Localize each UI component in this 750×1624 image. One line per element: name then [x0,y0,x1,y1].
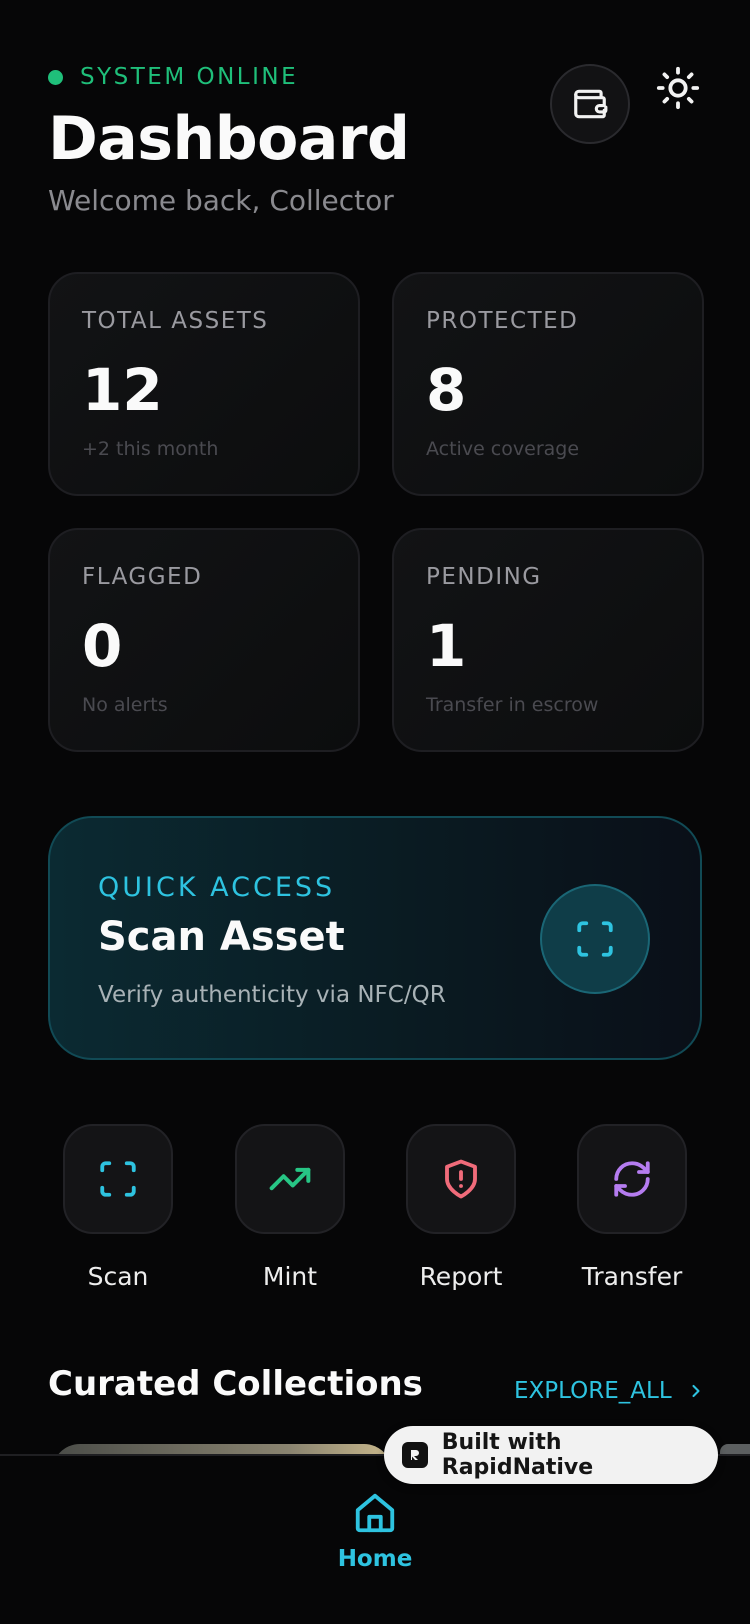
stat-card-flagged[interactable]: FLAGGED 0 No alerts [48,528,360,752]
stat-note: +2 this month [82,438,219,460]
scan-icon [100,1161,136,1197]
stat-value: 8 [426,356,467,424]
refresh-icon [614,1161,650,1197]
nav-tab-home[interactable]: Home [335,1490,415,1572]
quick-access-title: Scan Asset [98,914,345,960]
explore-all-link[interactable]: EXPLORE_ALL [514,1378,706,1404]
status-dot-icon [48,69,63,85]
status-text: SYSTEM ONLINE [80,64,299,90]
action-label: Mint [262,1262,318,1291]
shield-alert-icon [445,1159,477,1199]
stat-note: No alerts [82,694,168,716]
stat-note: Transfer in escrow [426,694,599,716]
trending-up-icon [269,1167,311,1191]
badge-text: Built with RapidNative [441,1430,594,1480]
scan-asset-button[interactable] [540,884,650,994]
action-tile[interactable] [63,1124,173,1234]
stat-label: PENDING [426,564,542,590]
action-transfer[interactable]: Transfer [567,1124,697,1291]
stat-note: Active coverage [426,438,580,460]
stat-label: FLAGGED [82,564,203,590]
system-status: SYSTEM ONLINE [48,64,298,90]
stat-card-pending[interactable]: PENDING 1 Transfer in escrow [392,528,704,752]
action-label: Report [419,1262,503,1291]
quick-access-description: Verify authenticity via NFC/QR [98,982,446,1008]
theme-toggle-button[interactable] [652,62,704,114]
stat-card-total-assets[interactable]: TOTAL ASSETS 12 +2 this month [48,272,360,496]
quick-access-card[interactable]: QUICK ACCESS Scan Asset Verify authentic… [48,816,702,1060]
action-label: Transfer [581,1262,683,1291]
rapidnative-logo-icon [402,1442,428,1468]
wallet-icon [574,89,608,119]
action-tile[interactable] [577,1124,687,1234]
stat-label: PROTECTED [426,308,579,334]
action-label: Scan [87,1262,149,1291]
stat-value: 12 [82,356,163,424]
home-icon [355,1493,395,1533]
page-title: Dashboard [48,104,410,174]
wallet-button[interactable] [550,64,630,144]
stat-card-protected[interactable]: PROTECTED 8 Active coverage [392,272,704,496]
nav-home-label: Home [337,1546,413,1572]
explore-all-label: EXPLORE_ALL [514,1378,672,1404]
sun-icon [656,66,700,110]
stat-value: 1 [426,612,467,680]
action-scan[interactable]: Scan [53,1124,183,1291]
dashboard-screen: SYSTEM ONLINE Dashboard Welcome back, Co… [0,0,750,1624]
action-report[interactable]: Report [396,1124,526,1291]
collections-title: Curated Collections [48,1364,423,1404]
scan-icon [577,921,613,957]
welcome-subtitle: Welcome back, Collector [48,184,394,217]
stat-label: TOTAL ASSETS [82,308,269,334]
action-mint[interactable]: Mint [225,1124,355,1291]
quick-access-label: QUICK ACCESS [98,872,336,903]
stat-value: 0 [82,612,123,680]
built-with-badge[interactable]: Built with RapidNative [384,1426,718,1484]
action-tile[interactable] [235,1124,345,1234]
chevron-right-icon [686,1381,706,1401]
action-tile[interactable] [406,1124,516,1234]
